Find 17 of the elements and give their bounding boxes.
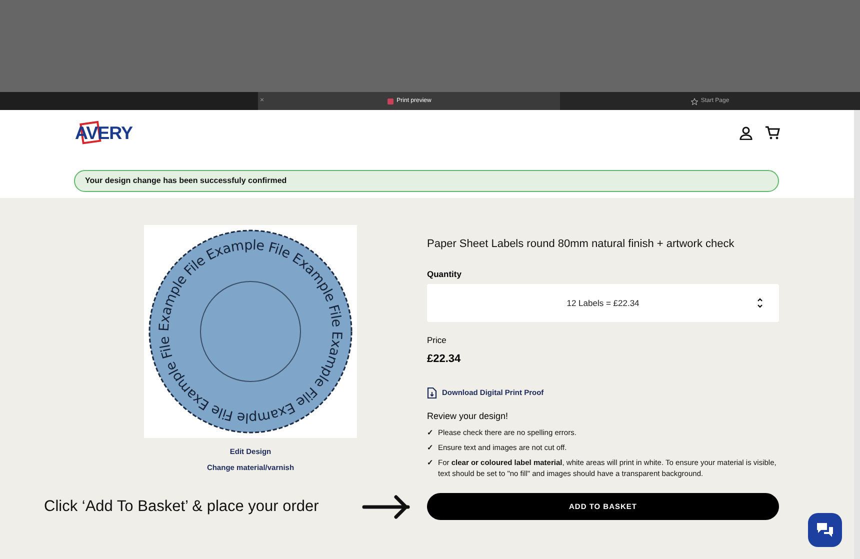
quantity-select[interactable]: 12 Labels = £22.34	[427, 284, 779, 322]
cart-icon[interactable]	[765, 126, 780, 140]
chat-button[interactable]	[808, 513, 842, 547]
review-heading: Review your design!	[427, 410, 510, 423]
chat-icon	[816, 522, 834, 538]
price-value: £22.34	[427, 352, 462, 367]
product-title: Paper Sheet Labels round 80mm natural finish + artwork check	[427, 237, 736, 252]
star-icon	[690, 98, 698, 104]
quantity-label: Quantity	[427, 268, 462, 280]
document-download-icon[interactable]	[427, 386, 437, 398]
updown-icon	[757, 297, 763, 310]
page-icon	[386, 98, 394, 104]
price-label: Price	[427, 334, 448, 347]
account-icon[interactable]	[739, 126, 753, 140]
arrow-icon	[362, 494, 412, 520]
callout-text: Click ‘Add To Basket’ & place your order	[44, 496, 320, 517]
success-alert: Your design change has been successfuly confirmed	[74, 170, 779, 192]
